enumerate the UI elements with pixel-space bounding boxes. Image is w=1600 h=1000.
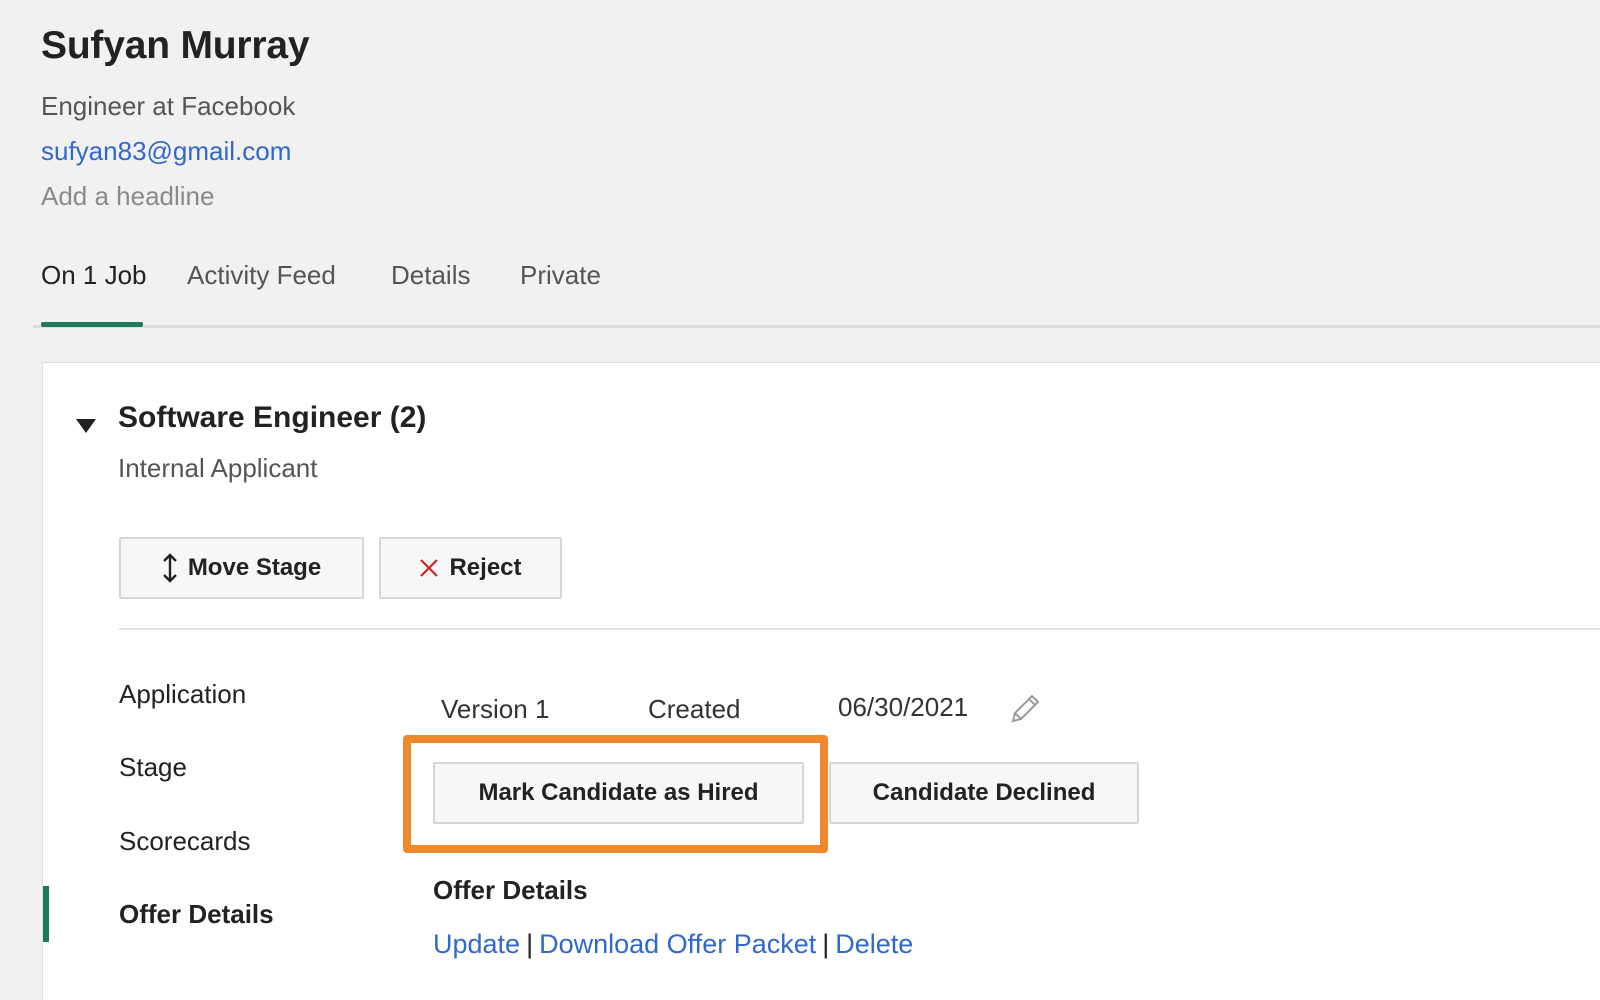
delete-link[interactable]: Delete xyxy=(835,929,913,959)
move-stage-label: Move Stage xyxy=(187,554,322,581)
candidate-subtitle: Engineer at Facebook xyxy=(41,91,296,121)
candidate-name: Sufyan Murray xyxy=(41,24,310,67)
candidate-declined-button[interactable]: Candidate Declined xyxy=(829,762,1139,824)
tab-activity-feed[interactable]: Activity Feed xyxy=(187,260,336,291)
offer-version: Version 1 xyxy=(441,694,550,724)
profile-tabs: On 1 Job Activity Feed Details Private xyxy=(33,250,1600,328)
job-title: Software Engineer (2) xyxy=(118,401,427,434)
link-separator: | xyxy=(822,929,830,959)
close-x-icon xyxy=(420,559,439,577)
created-date: 06/30/2021 xyxy=(838,692,969,722)
tab-private[interactable]: Private xyxy=(520,260,601,291)
triangle-down-icon[interactable] xyxy=(76,419,96,433)
update-link[interactable]: Update xyxy=(433,929,520,959)
sidebar-item-stage[interactable]: Stage xyxy=(119,752,187,783)
offer-actions: Update | Download Offer Packet | Delete xyxy=(433,929,913,960)
tab-on-1-job[interactable]: On 1 Job xyxy=(41,260,147,291)
add-headline-link[interactable]: Add a headline xyxy=(41,181,214,212)
offer-details-heading: Offer Details xyxy=(433,875,588,905)
sidebar-active-indicator xyxy=(43,886,49,942)
created-label: Created xyxy=(648,694,741,724)
sidebar-item-offer-details[interactable]: Offer Details xyxy=(119,899,274,930)
sidebar-item-scorecards[interactable]: Scorecards xyxy=(119,826,251,857)
section-divider xyxy=(119,628,1600,630)
up-down-arrow-icon xyxy=(162,553,177,583)
candidate-profile-page: Sufyan Murray Engineer at Facebook sufya… xyxy=(0,0,1600,1000)
link-separator: | xyxy=(526,929,534,959)
mark-candidate-hired-button[interactable]: Mark Candidate as Hired xyxy=(433,762,804,824)
job-application-card: Software Engineer (2) Internal Applicant… xyxy=(42,362,1600,1000)
job-subtitle: Internal Applicant xyxy=(118,453,318,483)
download-offer-packet-link[interactable]: Download Offer Packet xyxy=(539,929,816,959)
reject-button[interactable]: Reject xyxy=(379,537,562,599)
move-stage-button[interactable]: Move Stage xyxy=(119,537,364,599)
pencil-icon[interactable] xyxy=(1005,691,1043,729)
active-tab-indicator xyxy=(41,322,143,327)
reject-label: Reject xyxy=(449,554,522,581)
candidate-email-link[interactable]: sufyan83@gmail.com xyxy=(41,136,291,167)
tab-details[interactable]: Details xyxy=(391,260,470,291)
sidebar-item-application[interactable]: Application xyxy=(119,679,246,710)
